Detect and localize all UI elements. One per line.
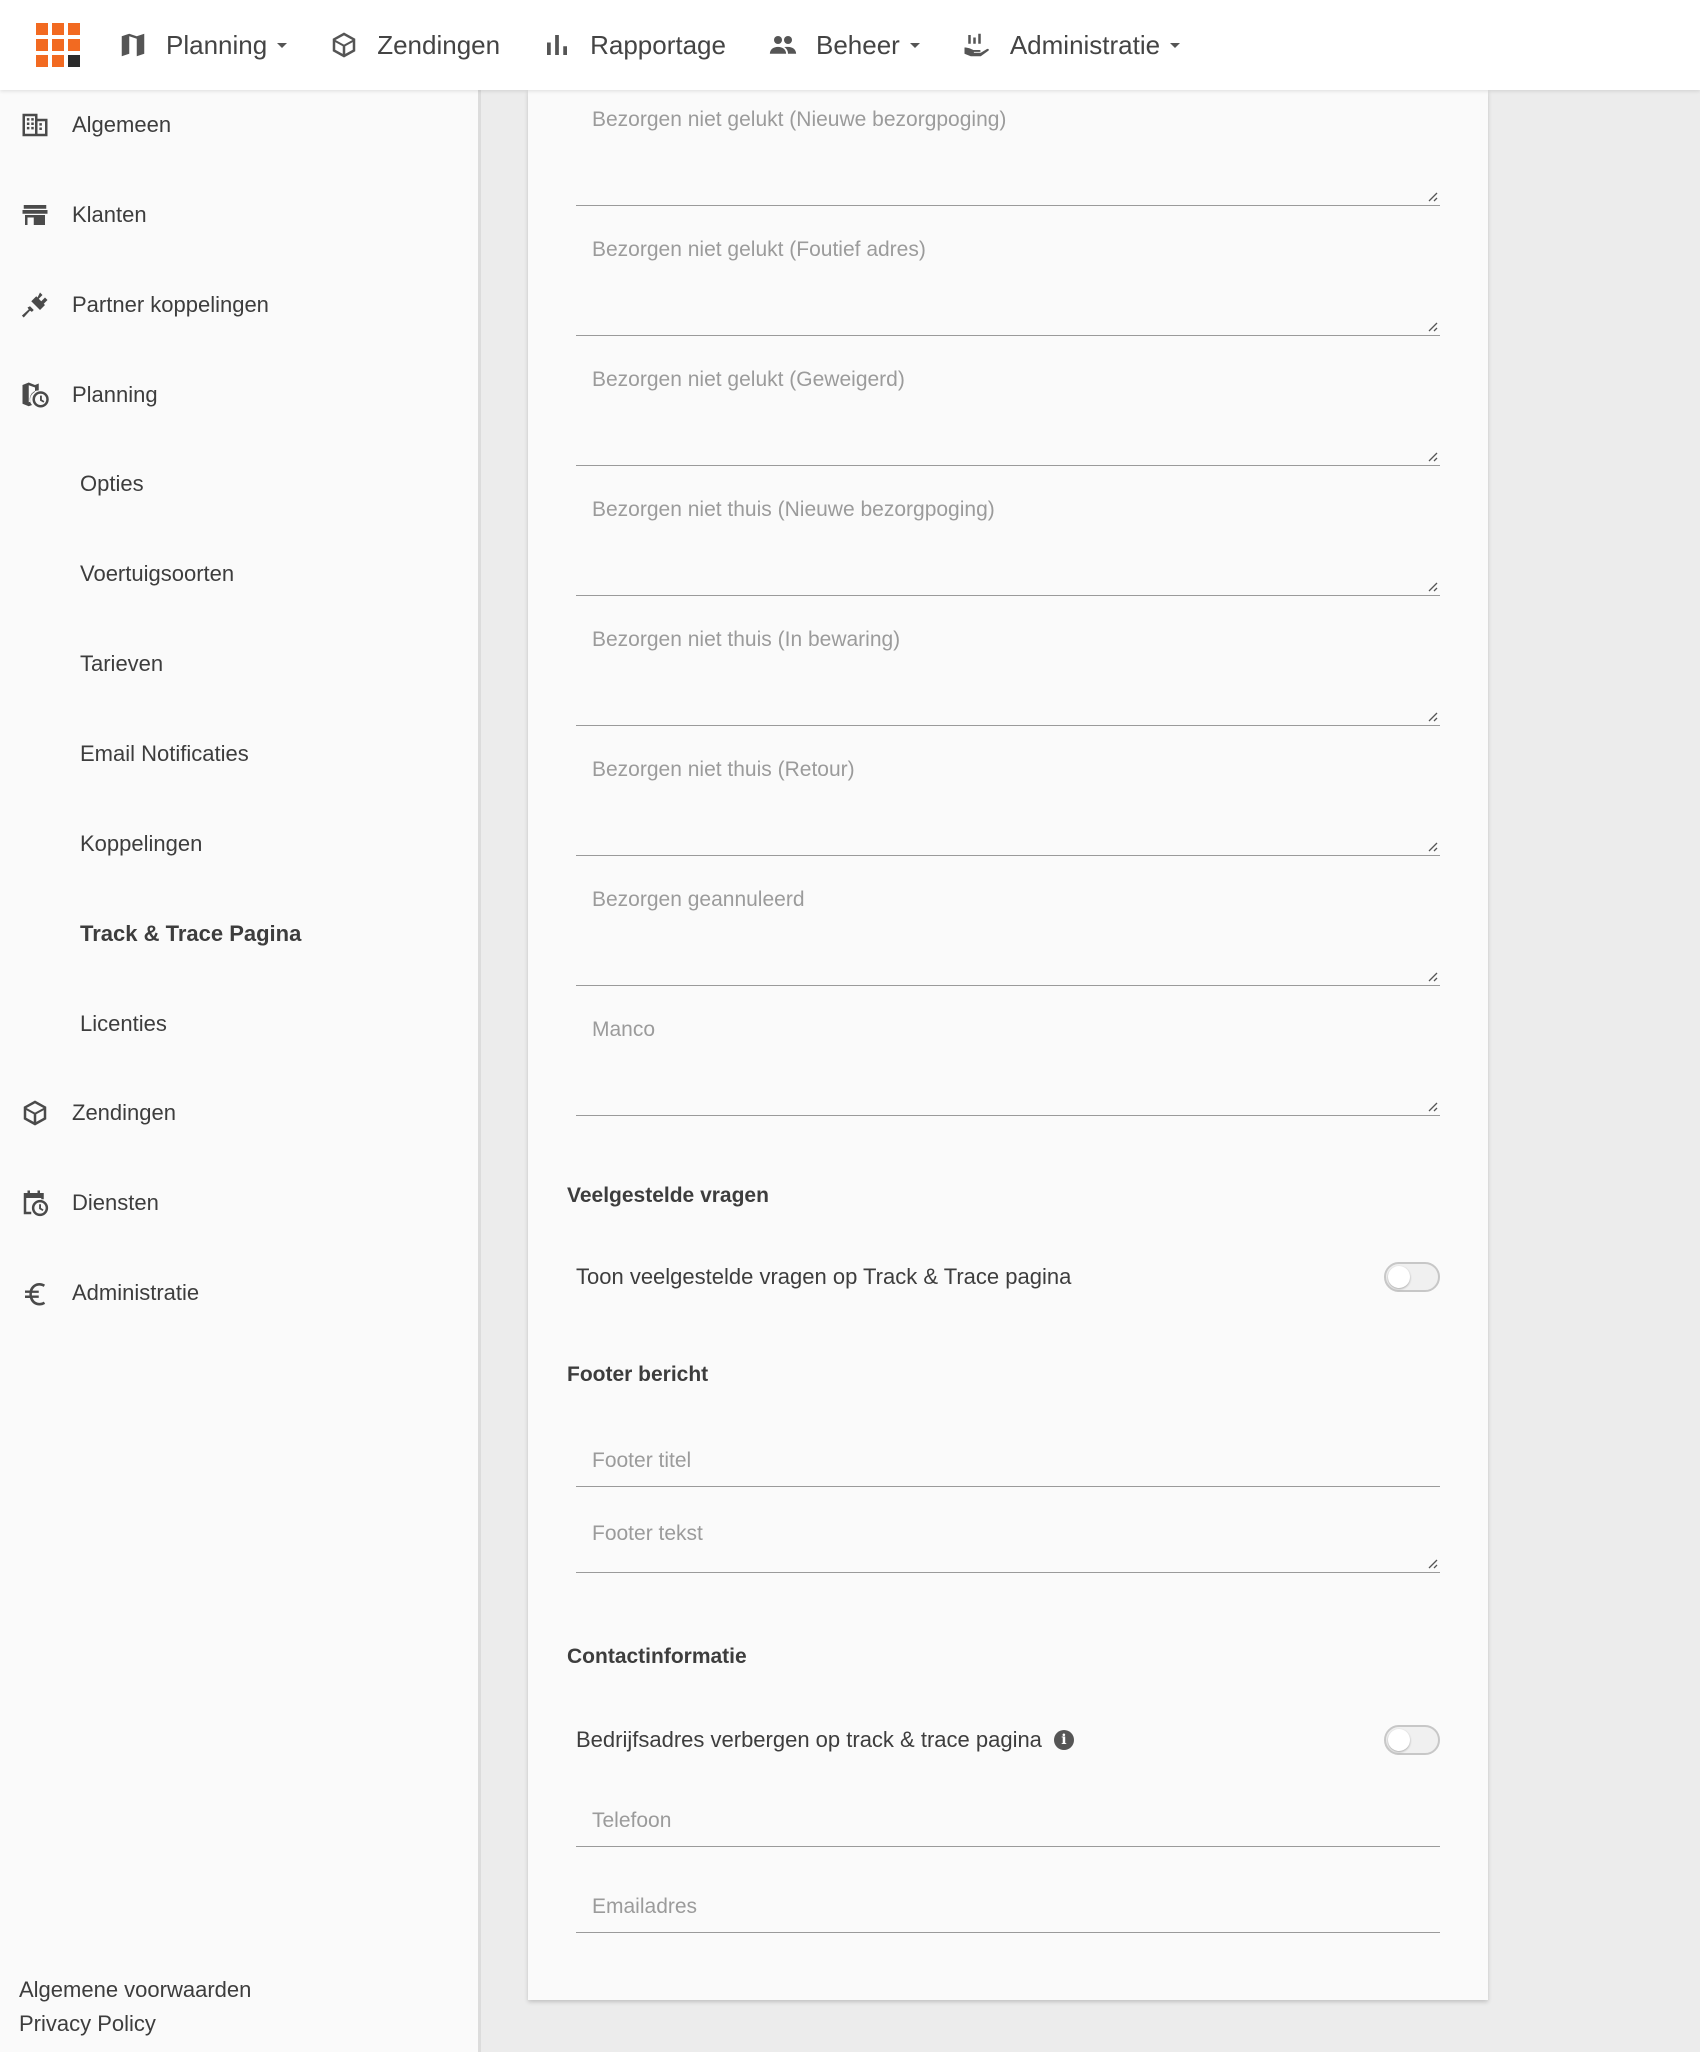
- sidebar-item-label: Klanten: [72, 202, 147, 227]
- chart-hand-icon: [964, 33, 989, 57]
- faq-toggle-label: Toon veelgestelde vragen op Track & Trac…: [576, 1264, 1072, 1289]
- sidebar-item-zendingen[interactable]: Zendingen: [0, 1083, 176, 1143]
- euro-icon: [25, 1283, 46, 1306]
- sidebar-item-partner-koppelingen[interactable]: Partner koppelingen: [0, 275, 269, 335]
- company-address-toggle-row: Bedrijfsadres verbergen op track & trace…: [576, 1720, 1440, 1760]
- resize-handle-icon[interactable]: [1426, 710, 1438, 722]
- textarea-manco: [576, 1000, 1440, 1116]
- resize-handle-icon[interactable]: [1426, 580, 1438, 592]
- footer-title-field: [576, 1418, 1440, 1487]
- sidebar-item-label: Administratie: [72, 1280, 200, 1305]
- resize-handle-icon[interactable]: [1426, 1100, 1438, 1112]
- textarea-niet-gelukt-foutief-adres: [576, 220, 1440, 336]
- footer-section-title: Footer bericht: [567, 1363, 709, 1386]
- resize-handle-icon[interactable]: [1426, 450, 1438, 462]
- phone-input[interactable]: [576, 1778, 1440, 1846]
- nav-planning-label: Planning: [166, 29, 268, 60]
- resize-handle-icon[interactable]: [1426, 190, 1438, 202]
- nav-beheer-label: Beheer: [815, 29, 900, 60]
- status-message-input[interactable]: [576, 350, 1440, 465]
- track-trace-settings-card: Veelgestelde vragen Toon veelgestelde vr…: [528, 90, 1488, 2000]
- textarea-bezorgen-geannuleerd: [576, 870, 1440, 986]
- phone-field: [576, 1778, 1440, 1847]
- status-message-input[interactable]: [576, 220, 1440, 335]
- email-field: [576, 1864, 1440, 1933]
- faq-toggle-row: Toon veelgestelde vragen op Track & Trac…: [576, 1257, 1440, 1297]
- bar-chart-icon: [547, 35, 568, 55]
- chevron-down-icon: [277, 42, 288, 48]
- sidebar-subitem-track-trace-pagina[interactable]: Track & Trace Pagina: [80, 909, 301, 959]
- resize-handle-icon[interactable]: [1426, 320, 1438, 332]
- map-clock-icon: [22, 382, 49, 408]
- sidebar-item-planning[interactable]: Planning: [0, 365, 158, 425]
- sidebar-item-administratie[interactable]: Administratie: [0, 1263, 199, 1323]
- resize-handle-icon[interactable]: [1426, 970, 1438, 982]
- sidebar-item-label: Partner koppelingen: [72, 292, 269, 317]
- nav-rapportage-label: Rapportage: [590, 29, 726, 60]
- faq-toggle-switch[interactable]: [1384, 1262, 1440, 1292]
- nav-beheer[interactable]: Beheer: [768, 0, 920, 90]
- chevron-down-icon: [909, 42, 920, 48]
- nav-administratie-label: Administratie: [1009, 29, 1161, 60]
- status-message-input[interactable]: [576, 90, 1440, 205]
- status-message-input[interactable]: [576, 610, 1440, 725]
- sidebar-subitem-voertuigsoorten[interactable]: Voertuigsoorten: [80, 549, 234, 599]
- textarea-niet-thuis-in-bewaring: [576, 610, 1440, 726]
- top-navbar: Planning Zendingen Rapportage Beheer Adm…: [0, 0, 1700, 90]
- status-message-input[interactable]: [576, 740, 1440, 855]
- sidebar-item-label: Algemeen: [72, 112, 172, 137]
- sidebar-subitem-licenties[interactable]: Licenties: [80, 999, 167, 1049]
- resize-handle-icon[interactable]: [1426, 840, 1438, 852]
- company-address-toggle-switch[interactable]: [1384, 1725, 1440, 1755]
- footer-text-field: [576, 1504, 1440, 1573]
- status-message-input[interactable]: [576, 870, 1440, 985]
- faq-section-title: Veelgestelde vragen: [567, 1184, 769, 1207]
- plug-icon: [21, 292, 48, 318]
- sidebar-subitem-tarieven[interactable]: Tarieven: [80, 639, 163, 689]
- textarea-niet-gelukt-nieuwe-bezorgpoging: [576, 90, 1440, 206]
- package-icon: [332, 32, 356, 58]
- users-icon: [769, 36, 797, 54]
- sidebar-item-label: Planning: [72, 382, 158, 407]
- store-icon: [22, 205, 48, 225]
- status-message-input[interactable]: [576, 480, 1440, 595]
- contact-section-title: Contactinformatie: [567, 1645, 747, 1668]
- settings-sidebar: Algemeen Klanten Partner koppelingen Pla…: [0, 90, 481, 2052]
- nav-planning[interactable]: Planning: [118, 0, 288, 90]
- package-icon: [23, 1100, 47, 1126]
- resize-handle-icon[interactable]: [1426, 1557, 1438, 1569]
- map-icon: [121, 33, 145, 57]
- link-privacy-policy[interactable]: Privacy Policy: [19, 2011, 156, 2037]
- building-icon: [22, 113, 48, 137]
- company-address-toggle-text: Bedrijfsadres verbergen op track & trace…: [576, 1727, 1042, 1752]
- email-input[interactable]: [576, 1864, 1440, 1932]
- sidebar-subitem-koppelingen[interactable]: Koppelingen: [80, 819, 202, 869]
- sidebar-subitem-opties[interactable]: Opties: [80, 459, 144, 509]
- sidebar-subitem-email-notificaties[interactable]: Email Notificaties: [80, 729, 249, 779]
- sidebar-item-algemeen[interactable]: Algemeen: [0, 95, 171, 155]
- textarea-niet-thuis-retour: [576, 740, 1440, 856]
- chevron-down-icon: [1170, 42, 1181, 48]
- sidebar-item-diensten[interactable]: Diensten: [0, 1173, 159, 1233]
- status-message-input[interactable]: [576, 1000, 1440, 1115]
- info-icon[interactable]: i: [1053, 1730, 1074, 1750]
- nav-zendingen-label: Zendingen: [377, 29, 501, 60]
- sidebar-item-label: Diensten: [72, 1190, 159, 1215]
- footer-title-input[interactable]: [576, 1418, 1440, 1486]
- link-algemene-voorwaarden[interactable]: Algemene voorwaarden: [19, 1977, 251, 2003]
- nav-administratie[interactable]: Administratie: [962, 0, 1181, 90]
- app-logo-icon[interactable]: [36, 23, 80, 67]
- company-address-toggle-label: Bedrijfsadres verbergen op track & trace…: [576, 1727, 1074, 1753]
- sidebar-item-klanten[interactable]: Klanten: [0, 185, 147, 245]
- footer-text-input[interactable]: [576, 1504, 1440, 1572]
- textarea-niet-thuis-nieuwe-bezorgpoging: [576, 480, 1440, 596]
- sidebar-item-label: Zendingen: [72, 1100, 176, 1125]
- textarea-niet-gelukt-geweigerd: [576, 350, 1440, 466]
- nav-rapportage[interactable]: Rapportage: [542, 0, 726, 90]
- nav-zendingen[interactable]: Zendingen: [329, 0, 500, 90]
- calendar-clock-icon: [23, 1190, 49, 1217]
